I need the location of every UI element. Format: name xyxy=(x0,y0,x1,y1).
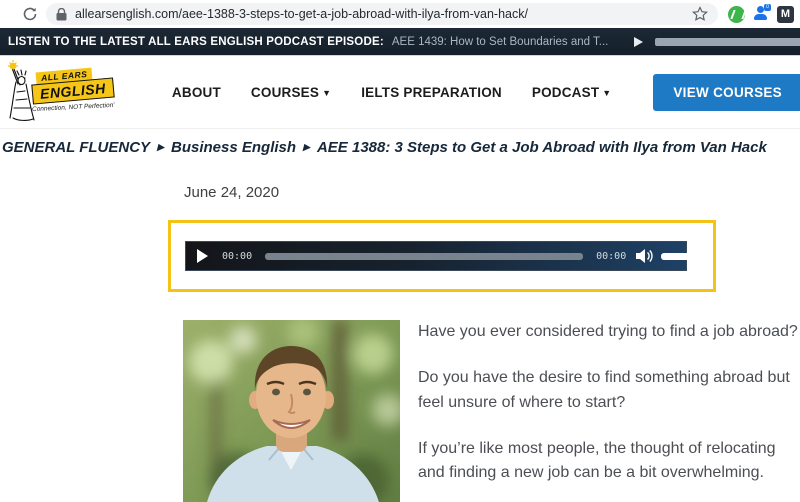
guest-photo xyxy=(183,320,400,502)
breadcrumb-business-english[interactable]: Business English xyxy=(171,139,296,156)
extension-m-icon[interactable]: M xyxy=(777,6,794,23)
bookmark-star-icon[interactable] xyxy=(692,6,708,22)
promo-episode-link[interactable]: AEE 1439: How to Set Boundaries and T... xyxy=(392,36,609,48)
nav-item-podcast[interactable]: PODCAST▼ xyxy=(532,85,612,100)
extensions-area: 0 M xyxy=(728,6,794,23)
site-header: ALL EARS ENGLISH Connection, NOT Perfect… xyxy=(0,56,800,128)
play-icon[interactable] xyxy=(197,249,208,263)
main-nav: ABOUT COURSES▼ IELTS PREPARATION PODCAST… xyxy=(172,74,800,111)
publish-date: June 24, 2020 xyxy=(184,184,279,201)
all-ears-english-logo[interactable]: ALL EARS ENGLISH Connection, NOT Perfect… xyxy=(4,58,114,126)
chevron-down-icon: ▼ xyxy=(602,88,611,98)
nav-item-about[interactable]: ABOUT xyxy=(172,85,221,100)
banner-play-icon[interactable] xyxy=(634,37,643,47)
nav-item-ielts-preparation[interactable]: IELTS PREPARATION xyxy=(361,85,502,100)
mute-icon[interactable] xyxy=(635,248,655,264)
banner-progress-bar[interactable] xyxy=(655,38,800,46)
article-text: Have you ever considered trying to find … xyxy=(418,320,800,502)
paragraph: Do you have the desire to find something… xyxy=(418,366,800,415)
chevron-down-icon: ▼ xyxy=(322,88,331,98)
current-time: 00:00 xyxy=(222,251,252,262)
podcast-promo-banner: LISTEN TO THE LATEST ALL EARS ENGLISH PO… xyxy=(0,28,800,56)
url-text[interactable]: allearsenglish.com/aee-1388-3-steps-to-g… xyxy=(75,7,528,21)
volume-slider[interactable] xyxy=(661,253,699,260)
audio-player-highlight-box: 00:00 00:00 xyxy=(168,220,716,292)
breadcrumb-current-page: AEE 1388: 3 Steps to Get a Job Abroad wi… xyxy=(317,139,767,156)
address-bar[interactable]: allearsenglish.com/aee-1388-3-steps-to-g… xyxy=(46,3,718,25)
breadcrumb-separator-icon: ▶ xyxy=(303,142,310,153)
breadcrumb-general-fluency[interactable]: GENERAL FLUENCY xyxy=(2,139,150,156)
view-courses-button[interactable]: VIEW COURSES xyxy=(653,74,800,111)
extension-green-icon[interactable] xyxy=(728,6,745,23)
seek-bar[interactable] xyxy=(265,253,583,260)
browser-toolbar: allearsenglish.com/aee-1388-3-steps-to-g… xyxy=(0,0,800,28)
duration-time: 00:00 xyxy=(596,251,626,262)
reload-icon[interactable] xyxy=(22,6,38,22)
padlock-icon[interactable] xyxy=(56,8,67,21)
paragraph: If you’re like most people, the thought … xyxy=(418,437,800,486)
paragraph: Have you ever considered trying to find … xyxy=(418,320,800,344)
breadcrumb-separator-icon: ▶ xyxy=(157,142,164,153)
extension-profile-icon[interactable]: 0 xyxy=(753,6,769,22)
media-row: Have you ever considered trying to find … xyxy=(183,320,800,502)
nav-item-courses[interactable]: COURSES▼ xyxy=(251,85,331,100)
audio-player: 00:00 00:00 xyxy=(185,241,687,271)
promo-label: LISTEN TO THE LATEST ALL EARS ENGLISH PO… xyxy=(8,36,384,48)
breadcrumb: GENERAL FLUENCY ▶ Business English ▶ AEE… xyxy=(0,128,800,164)
